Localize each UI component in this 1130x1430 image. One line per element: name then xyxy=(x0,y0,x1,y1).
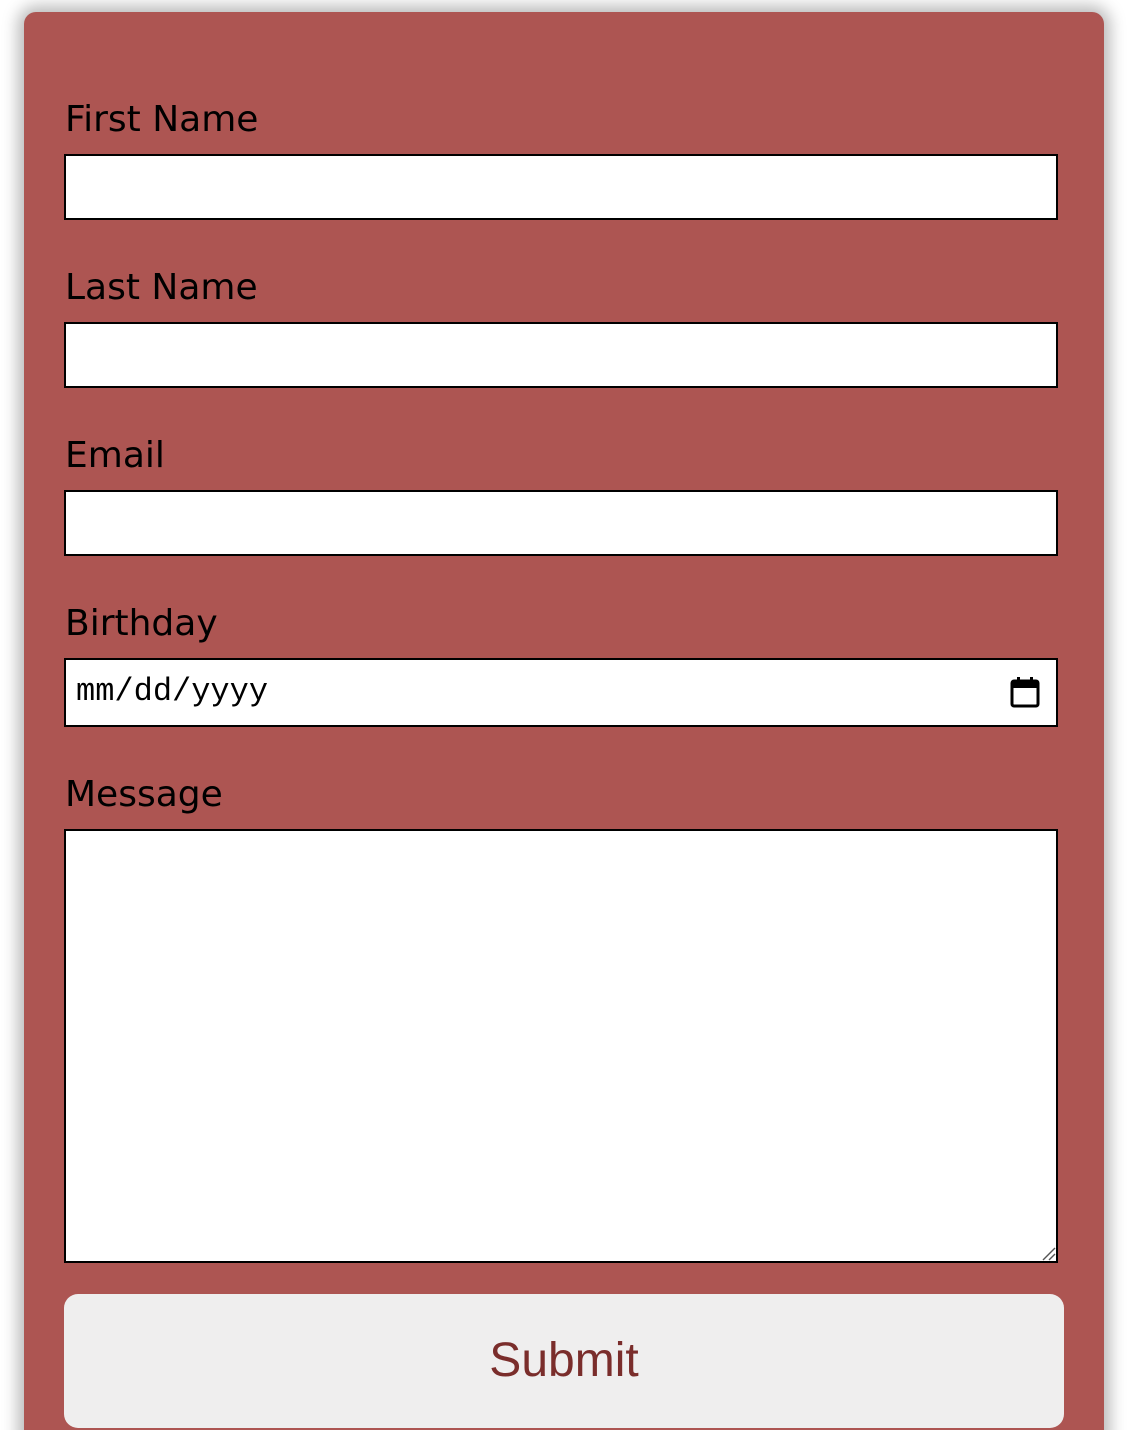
last-name-label: Last Name xyxy=(65,267,258,308)
first-name-label: First Name xyxy=(65,99,259,140)
email-input[interactable] xyxy=(64,490,1058,556)
message-field-wrapper xyxy=(64,829,1058,1263)
message-label: Message xyxy=(65,774,223,815)
calendar-icon[interactable] xyxy=(1010,676,1040,708)
submit-button[interactable]: Submit xyxy=(64,1294,1064,1428)
birthday-label: Birthday xyxy=(65,603,218,644)
last-name-input[interactable] xyxy=(64,322,1058,388)
birthday-date-input[interactable]: mm/dd/yyyy xyxy=(64,658,1058,727)
first-name-input[interactable] xyxy=(64,154,1058,220)
email-label: Email xyxy=(65,435,165,476)
message-textarea[interactable] xyxy=(64,829,1058,1263)
form-card: First Name Last Name Email Birthday mm/d… xyxy=(24,12,1104,1430)
resize-grip-icon[interactable] xyxy=(1040,1245,1056,1261)
birthday-placeholder: mm/dd/yyyy xyxy=(76,673,269,710)
